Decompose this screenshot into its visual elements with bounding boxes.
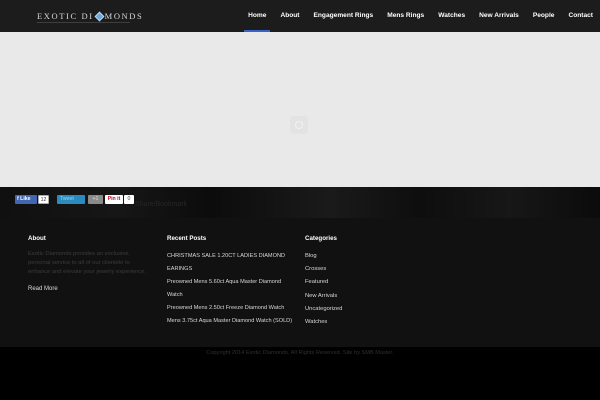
loading-spinner-icon (290, 116, 308, 134)
pinterest-button[interactable]: Pin it (105, 195, 123, 204)
site-footer: About Exotic Diamonds provides an exclus… (0, 218, 600, 347)
category-link-watches[interactable]: Watches (305, 316, 342, 329)
recent-post-link[interactable]: Preowned Mens 2.50ct Freeze Diamond Watc… (167, 302, 292, 315)
recent-post-link[interactable]: Mens 3.75ct Aqua Master Diamond Watch (S… (167, 315, 292, 328)
logo-text-right: MONDS (104, 11, 144, 21)
category-link-featured[interactable]: Featured (305, 276, 342, 289)
diamond-icon (94, 11, 105, 21)
about-heading: About (28, 235, 46, 242)
recent-posts-heading: Recent Posts (167, 235, 207, 242)
share-bar: f Like 12 Tweet +1 Pin it 0 (0, 187, 600, 218)
nav-home[interactable]: Home (241, 0, 273, 32)
footer-about: About Exotic Diamonds provides an exclus… (28, 235, 148, 292)
nav-mens-rings[interactable]: Mens Rings (380, 0, 431, 32)
nav-watches[interactable]: Watches (431, 0, 472, 32)
nav-people[interactable]: People (526, 0, 562, 32)
google-plus-button[interactable]: +1 (88, 195, 103, 204)
nav-contact[interactable]: Contact (561, 0, 600, 32)
tweet-button[interactable]: Tweet (57, 195, 85, 204)
nav-about[interactable]: About (273, 0, 306, 32)
site-logo[interactable]: EXOTIC DI MONDS (37, 10, 143, 22)
category-link-crosses[interactable]: Crosses (305, 263, 342, 276)
about-text: Exotic Diamonds provides an exclusive, p… (28, 251, 146, 275)
read-more-link[interactable]: Read More (28, 286, 148, 292)
footer-recent-posts: Recent Posts CHRISTMAS SALE 1.20CT LADIE… (167, 235, 292, 328)
category-link-new-arrivals[interactable]: New Arrivals (305, 290, 342, 303)
logo-underline (37, 22, 130, 23)
category-link-uncategorized[interactable]: Uncategorized (305, 303, 342, 316)
site-header: EXOTIC DI MONDS Home About Engagement Rin… (0, 0, 600, 32)
main-nav: Home About Engagement Rings Mens Rings W… (241, 0, 600, 32)
facebook-like-button[interactable]: f Like (15, 195, 37, 204)
nav-new-arrivals[interactable]: New Arrivals (472, 0, 526, 32)
recent-post-link[interactable]: CHRISTMAS SALE 1.20CT LADIES DIAMOND (167, 250, 292, 263)
share-bookmark-label[interactable]: Share/Bookmark (135, 201, 187, 208)
footer-categories: Categories Blog Crosses Featured New Arr… (305, 235, 342, 329)
pinterest-count: 0 (124, 195, 134, 204)
recent-post-link[interactable]: Preowned Mens 5.60ct Aqua Master Diamond (167, 276, 292, 289)
copyright-text: Copyright 2014 Exotic Diamonds. All Righ… (206, 350, 394, 356)
recent-post-link[interactable]: Watch (167, 289, 292, 302)
category-link-blog[interactable]: Blog (305, 250, 342, 263)
logo-text-left: EXOTIC DI (37, 11, 94, 21)
hero-slider (0, 32, 600, 187)
recent-post-link[interactable]: EARINGS (167, 263, 292, 276)
categories-heading: Categories (305, 235, 337, 242)
facebook-like-count: 12 (38, 195, 49, 204)
nav-engagement-rings[interactable]: Engagement Rings (307, 0, 381, 32)
